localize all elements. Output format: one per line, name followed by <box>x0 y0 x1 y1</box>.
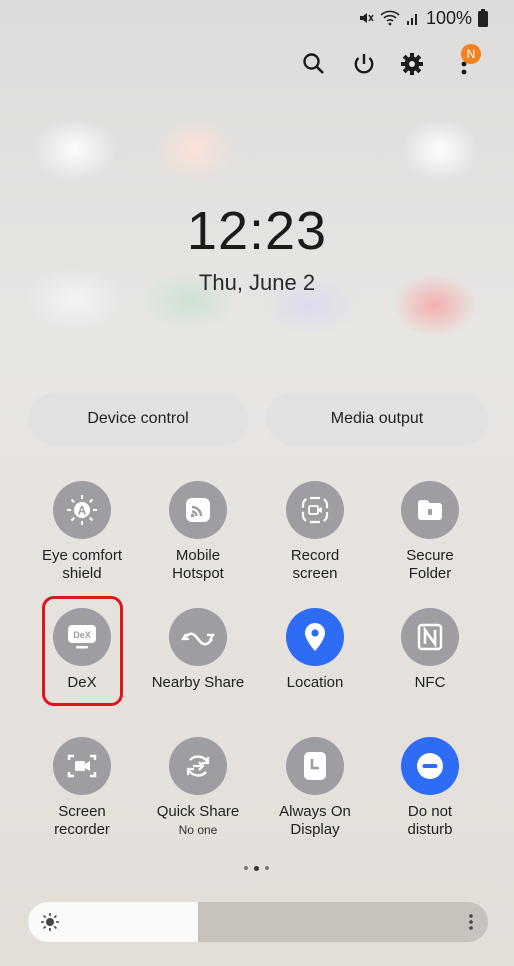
tile-label: Do not <box>407 803 453 820</box>
battery-icon <box>478 9 488 27</box>
nfc-icon[interactable] <box>401 608 459 666</box>
page-dot <box>265 866 269 870</box>
screen-recorder-icon[interactable] <box>53 737 111 795</box>
tile-eye-comfort-shield: A Eye comfort shield <box>24 481 140 583</box>
highlight-box <box>42 596 123 706</box>
tile-secure-folder: Secure Folder <box>372 481 488 583</box>
tile-label: Quick Share <box>156 803 240 820</box>
signal-icon <box>406 11 420 25</box>
tile-label: Always On <box>279 803 351 820</box>
nearby-share-icon[interactable] <box>169 608 227 666</box>
tile-label: Nearby Share <box>151 674 245 691</box>
tile-screen-recorder: Screen recorder <box>24 737 140 839</box>
tile-label-line2: Hotspot <box>172 565 224 582</box>
battery-percent: 100% <box>425 7 472 28</box>
tile-location: Location <box>257 608 373 692</box>
tile-label-line2: Folder <box>408 565 452 582</box>
brightness-icon <box>40 912 60 937</box>
quick-share-icon[interactable] <box>169 737 227 795</box>
tile-label-line2: recorder <box>54 821 110 838</box>
media-output-button[interactable]: Media output <box>266 393 488 445</box>
secure-folder-icon[interactable] <box>401 481 459 539</box>
page-dot <box>244 866 248 870</box>
page-dot-active <box>254 865 259 871</box>
tile-label-line2: screen <box>292 565 338 582</box>
search-icon[interactable] <box>300 50 328 78</box>
tile-do-not-disturb: Do not disturb <box>372 737 488 839</box>
power-icon[interactable] <box>350 50 378 78</box>
notification-badge: N <box>461 44 481 64</box>
tile-nearby-share: Nearby Share <box>140 608 256 692</box>
location-icon[interactable] <box>286 608 344 666</box>
settings-icon[interactable] <box>398 50 426 78</box>
tile-label: Screen <box>58 803 106 820</box>
device-control-button[interactable]: Device control <box>28 393 248 445</box>
tile-label: Record <box>290 547 340 564</box>
brightness-more-icon[interactable] <box>468 912 474 937</box>
tile-nfc: NFC <box>372 608 488 692</box>
do-not-disturb-icon[interactable] <box>401 737 459 795</box>
tile-sublabel: No one <box>178 823 218 837</box>
tile-label-line2: disturb <box>407 821 453 838</box>
tile-label: Secure <box>406 547 454 564</box>
clock-time: 12:23 <box>186 201 328 261</box>
mute-icon <box>358 10 374 26</box>
tile-always-on-display: Always On Display <box>257 737 373 839</box>
svg-text:A: A <box>78 504 87 518</box>
status-bar: 100% <box>358 8 488 28</box>
wifi-icon <box>380 10 400 26</box>
tile-label: Mobile <box>175 547 221 564</box>
brightness-slider[interactable] <box>28 902 488 942</box>
tile-label: NFC <box>414 674 446 691</box>
tile-record-screen: Record screen <box>257 481 373 583</box>
eye-comfort-icon[interactable]: A <box>53 481 111 539</box>
tile-label: Location <box>286 674 344 691</box>
hotspot-icon[interactable] <box>169 481 227 539</box>
clock-date: Thu, June 2 <box>198 270 316 295</box>
tile-mobile-hotspot: Mobile Hotspot <box>140 481 256 583</box>
tile-label-line2: shield <box>62 565 102 582</box>
always-on-display-icon[interactable] <box>286 737 344 795</box>
tile-label: Eye comfort <box>41 547 123 564</box>
tile-label-line2: Display <box>290 821 340 838</box>
record-screen-icon[interactable] <box>286 481 344 539</box>
tile-quick-share: Quick Share No one <box>140 737 256 837</box>
page-indicator[interactable] <box>244 865 269 871</box>
